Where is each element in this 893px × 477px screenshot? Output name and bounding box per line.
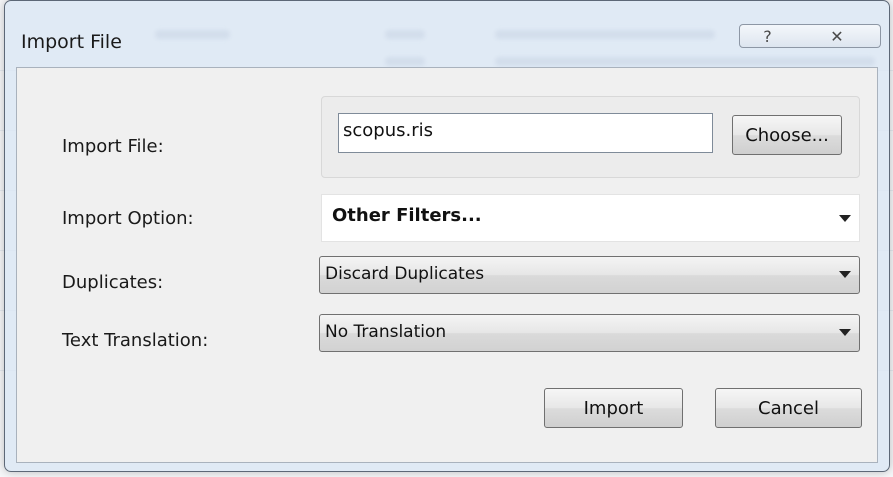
close-button[interactable]: ✕ (794, 24, 881, 48)
text-translation-dropdown[interactable]: No Translation (319, 314, 860, 352)
title-bar[interactable]: Import File ? ✕ (5, 1, 889, 67)
import-file-label: Import File: (62, 136, 164, 157)
duplicates-value: Discard Duplicates (325, 264, 485, 284)
import-button[interactable]: Import (544, 388, 683, 428)
help-icon: ? (763, 26, 772, 46)
dropdown-arrow-icon (839, 215, 851, 222)
duplicates-dropdown[interactable]: Discard Duplicates (319, 256, 860, 294)
help-button[interactable]: ? (739, 24, 796, 48)
dialog-title: Import File (21, 31, 122, 53)
import-option-label: Import Option: (62, 208, 194, 229)
cancel-button[interactable]: Cancel (715, 388, 862, 428)
dropdown-arrow-icon (839, 271, 851, 278)
import-option-dropdown[interactable]: Other Filters... (321, 194, 860, 242)
import-file-group: scopus.ris Choose... (321, 96, 860, 178)
dropdown-arrow-icon (839, 329, 851, 336)
text-translation-label: Text Translation: (62, 330, 209, 351)
import-file-input[interactable]: scopus.ris (338, 113, 713, 153)
background-text-blur (155, 30, 230, 39)
text-translation-value: No Translation (325, 322, 447, 342)
dialog-body: Import File: scopus.ris Choose... Import… (16, 67, 878, 463)
import-file-value: scopus.ris (343, 120, 433, 141)
background-text-blur (385, 30, 425, 39)
close-icon: ✕ (830, 26, 844, 46)
background-text-blur (385, 57, 425, 66)
choose-button[interactable]: Choose... (732, 115, 842, 155)
background-text-blur (495, 30, 715, 39)
import-file-dialog: Import File ? ✕ Import File: scopus.ris … (4, 0, 890, 472)
duplicates-label: Duplicates: (62, 272, 164, 293)
import-option-value: Other Filters... (332, 205, 482, 226)
background-text-blur (495, 57, 875, 66)
